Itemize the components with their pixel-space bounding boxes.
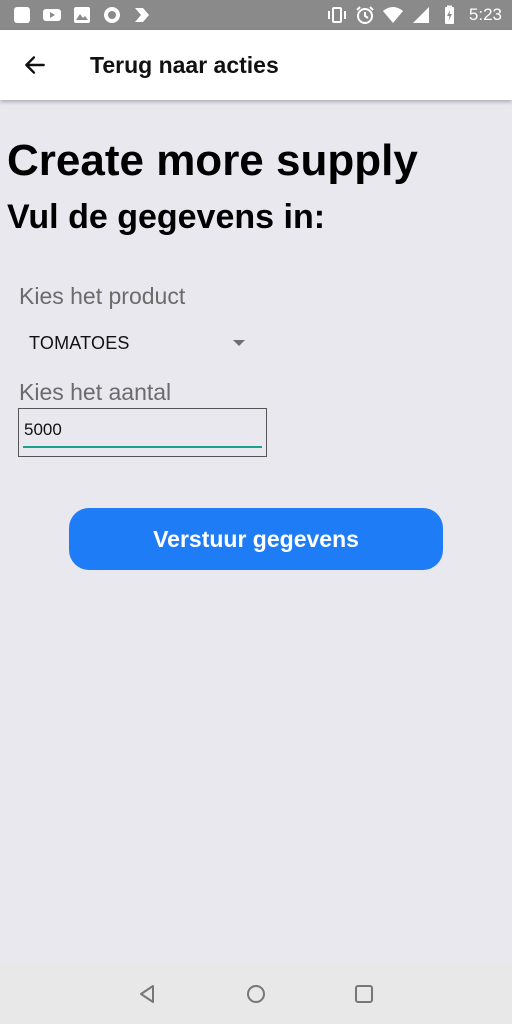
youtube-icon — [42, 5, 62, 25]
status-bar-right: 5:23 — [327, 5, 502, 25]
product-label: Kies het product — [19, 283, 186, 309]
wifi-icon — [382, 5, 403, 25]
arrow-left-icon — [25, 56, 45, 74]
dropdown-arrow-icon — [233, 340, 245, 346]
image-icon — [72, 5, 92, 25]
square-icon — [12, 5, 32, 25]
status-bar-clock: 5:23 — [468, 5, 502, 24]
recents-square-icon — [355, 985, 373, 1003]
vibrate-icon — [327, 5, 347, 25]
app-bar-title: Terug naar acties — [90, 51, 279, 78]
page-subtitle: Vul de gegevens in: — [7, 198, 326, 236]
circle-app-icon — [102, 5, 122, 25]
product-dropdown[interactable]: TOMATOES — [19, 325, 249, 361]
back-button[interactable] — [0, 30, 70, 100]
status-bar-left — [12, 5, 152, 25]
signal-icon — [411, 5, 431, 25]
alarm-icon — [355, 5, 375, 25]
product-dropdown-value: TOMATOES — [29, 332, 130, 353]
nav-home-button[interactable] — [202, 964, 310, 1024]
page-title: Create more supply — [7, 136, 418, 185]
app-bar: Terug naar acties — [0, 30, 512, 100]
submit-button[interactable]: Verstuur gegevens — [69, 508, 443, 570]
amount-field-box — [18, 408, 267, 457]
amount-input[interactable] — [23, 414, 262, 448]
nav-back-button[interactable] — [94, 964, 202, 1024]
tasks-icon — [132, 5, 152, 25]
back-triangle-icon — [140, 985, 154, 1003]
amount-label: Kies het aantal — [19, 379, 172, 405]
battery-charging-icon — [439, 5, 459, 25]
nav-recents-button[interactable] — [310, 964, 418, 1024]
system-nav-bar — [0, 964, 512, 1024]
status-bar: 5:23 — [0, 0, 512, 30]
home-circle-icon — [247, 985, 265, 1003]
